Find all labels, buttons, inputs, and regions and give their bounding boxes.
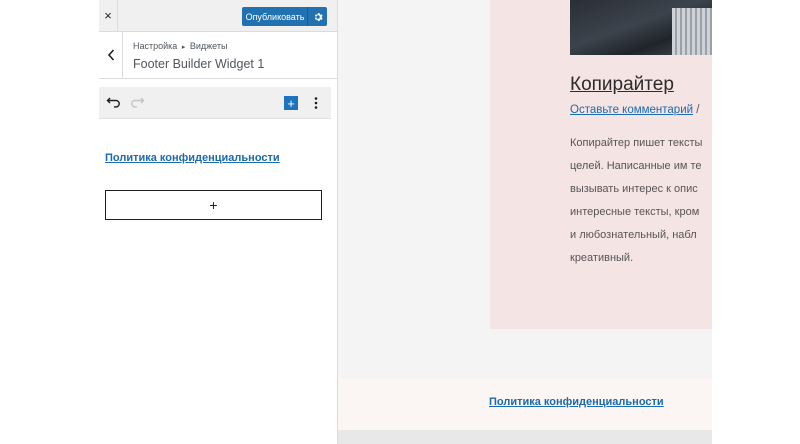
add-block-button[interactable]: +	[105, 190, 322, 220]
redo-button[interactable]	[129, 94, 145, 110]
section-title: Footer Builder Widget 1	[133, 57, 265, 71]
undo-button[interactable]	[106, 94, 122, 110]
post-title[interactable]: Копирайтер	[570, 74, 674, 96]
excerpt-line: и любознательный, набл	[570, 229, 697, 241]
post-meta: Оставьте комментарий /	[570, 104, 699, 116]
site-footer: Политика конфиденциальности	[338, 378, 712, 430]
breadcrumb-child: Виджеты	[189, 41, 228, 51]
post-excerpt: Копирайтер пишет тексты целей. Написанны…	[570, 132, 712, 270]
privacy-policy-link[interactable]: Политика конфиденциальности	[105, 152, 280, 164]
more-vertical-icon	[314, 97, 318, 109]
breadcrumb-separator: ▸	[181, 44, 186, 51]
redo-icon	[131, 97, 145, 108]
post-featured-image[interactable]	[570, 0, 712, 55]
customizer-topbar: × Опубликовать	[99, 0, 337, 32]
preview-bottom-strip	[338, 430, 712, 444]
excerpt-line: целей. Написанные им те	[570, 160, 702, 172]
chevron-left-icon	[107, 49, 114, 61]
site-preview: Копирайтер Оставьте комментарий / Копира…	[338, 0, 712, 444]
back-button[interactable]	[99, 32, 123, 78]
meta-separator: /	[696, 104, 700, 116]
breadcrumb-root: Настройка	[133, 41, 178, 51]
options-button[interactable]	[311, 95, 321, 111]
excerpt-line: Копирайтер пишет тексты	[570, 137, 703, 149]
add-block-toolbar-button[interactable]: +	[284, 96, 298, 110]
block-toolbar: +	[99, 87, 331, 119]
close-button[interactable]: ×	[99, 0, 118, 31]
publish-settings-button[interactable]	[307, 7, 327, 26]
post-card: Копирайтер Оставьте комментарий / Копира…	[490, 0, 712, 329]
footer-privacy-link[interactable]: Политика конфиденциальности	[489, 396, 664, 408]
excerpt-line: вызывать интерес к опис	[570, 183, 698, 195]
publish-button[interactable]: Опубликовать	[242, 7, 308, 26]
undo-icon	[106, 97, 120, 108]
section-header: Настройка ▸ Виджеты Footer Builder Widge…	[99, 32, 337, 79]
excerpt-line: креативный.	[570, 252, 634, 264]
comment-link[interactable]: Оставьте комментарий	[570, 104, 693, 116]
gear-icon	[314, 12, 323, 21]
customizer-panel: × Опубликовать Настройка ▸ Виджеты Foote…	[99, 0, 338, 444]
excerpt-line: интересные тексты, кром	[570, 206, 700, 218]
paper-graphic	[672, 8, 712, 55]
breadcrumb: Настройка ▸ Виджеты	[133, 41, 227, 51]
